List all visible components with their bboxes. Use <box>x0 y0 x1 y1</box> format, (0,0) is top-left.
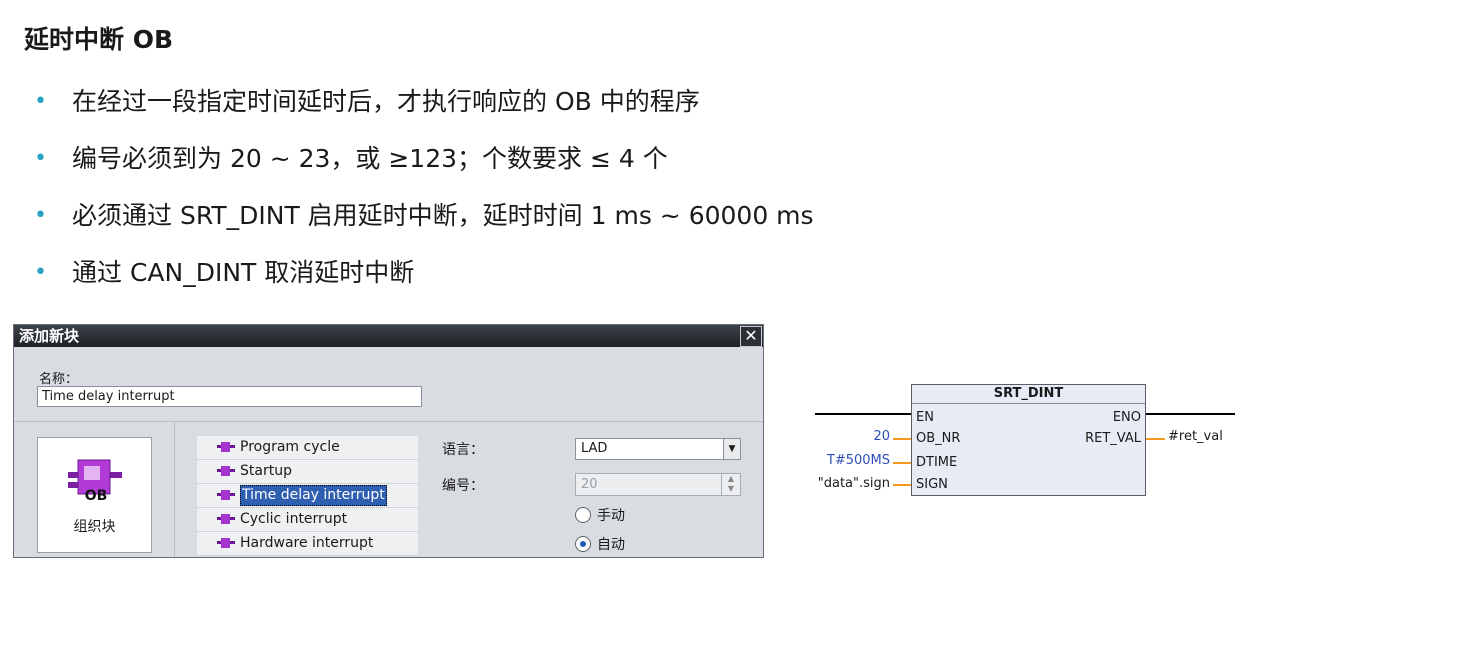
list-item[interactable]: Cyclic interrupt <box>197 508 418 532</box>
name-label: 名称： <box>39 372 79 387</box>
radio-manual-label: 手动 <box>597 508 625 524</box>
ob-type-icon <box>217 514 235 524</box>
number-stepper[interactable]: 20 ▲ ▼ <box>575 473 741 496</box>
list-item-label: Startup <box>240 463 292 479</box>
language-select[interactable]: LAD ▼ <box>575 438 741 460</box>
pin-en: EN <box>916 410 934 425</box>
power-rail-in <box>815 413 911 415</box>
param-sign: "data".sign <box>817 476 890 491</box>
param-ob-nr: 20 <box>873 429 890 444</box>
power-rail-out <box>1145 413 1235 415</box>
list-item-selected[interactable]: Time delay interrupt <box>197 484 418 508</box>
chevron-down-icon[interactable]: ▼ <box>723 439 740 459</box>
radio-checked-icon <box>575 536 591 552</box>
ob-type-icon <box>217 442 235 452</box>
block-name: SRT_DINT <box>912 385 1145 404</box>
radio-auto-label: 自动 <box>597 537 625 553</box>
language-label: 语言： <box>442 442 484 458</box>
page-title: 延时中断 OB <box>24 25 174 54</box>
param-dtime: T#500MS <box>826 453 890 468</box>
srt-dint-block: SRT_DINT EN OB_NR DTIME SIGN ENO RET_VAL <box>911 384 1146 496</box>
language-value: LAD <box>581 441 608 456</box>
svg-text:OB: OB <box>85 488 108 502</box>
ob-type-icon <box>217 538 235 548</box>
wire-sign <box>893 484 911 486</box>
bullet-text: 通过 CAN_DINT 取消延时中断 <box>72 258 415 287</box>
number-value: 20 <box>581 477 598 492</box>
pin-sign: SIGN <box>916 477 948 492</box>
ob-block-icon: OB <box>68 459 122 502</box>
bullet-item: • 必须通过 SRT_DINT 启用延时中断，延时时间 1 ms ~ 60000 … <box>34 198 814 255</box>
pin-dtime: DTIME <box>916 455 958 470</box>
param-ret-val: #ret_val <box>1168 429 1223 444</box>
list-item[interactable]: Hardware interrupt <box>197 532 418 556</box>
bullet-text: 编号必须到为 20 ~ 23，或 ≥123；个数要求 ≤ 4 个 <box>72 144 668 173</box>
add-new-block-dialog: 添加新块 ✕ 名称： Time delay interrupt OB 组织块 P… <box>13 324 764 558</box>
list-item-label: Time delay interrupt <box>240 485 387 506</box>
list-item[interactable]: Program cycle <box>197 436 418 460</box>
close-icon[interactable]: ✕ <box>740 326 762 347</box>
bullet-dot-icon: • <box>34 89 47 114</box>
bullet-item: • 在经过一段指定时间延时后，才执行响应的 OB 中的程序 <box>34 84 814 141</box>
list-item-label: Cyclic interrupt <box>240 511 348 527</box>
spinner-icon[interactable]: ▲ ▼ <box>721 474 740 495</box>
bullet-dot-icon: • <box>34 146 47 171</box>
ob-type-icon <box>217 490 235 500</box>
bullet-list: • 在经过一段指定时间延时后，才执行响应的 OB 中的程序 • 编号必须到为 20 … <box>34 84 814 312</box>
wire-dtime <box>893 462 911 464</box>
wire-ob-nr <box>893 438 911 440</box>
pin-ret-val: RET_VAL <box>1085 431 1141 446</box>
name-input[interactable]: Time delay interrupt <box>37 386 422 407</box>
organization-block-button[interactable]: OB 组织块 <box>37 437 152 553</box>
dialog-title: 添加新块 <box>19 327 80 345</box>
bullet-text: 在经过一段指定时间延时后，才执行响应的 OB 中的程序 <box>72 87 700 116</box>
dialog-title-bar: 添加新块 ✕ <box>14 325 763 347</box>
wire-ret-val <box>1145 438 1165 440</box>
organization-block-label: 组织块 <box>73 519 116 535</box>
ob-type-list: Program cycle Startup Time delay interru… <box>197 436 418 557</box>
pin-eno: ENO <box>1112 410 1141 425</box>
list-item-label: Hardware interrupt <box>240 535 374 551</box>
bullet-dot-icon: • <box>34 203 47 228</box>
bullet-item: • 编号必须到为 20 ~ 23，或 ≥123；个数要求 ≤ 4 个 <box>34 141 814 198</box>
bullet-text: 必须通过 SRT_DINT 启用延时中断，延时时间 1 ms ~ 60000 m… <box>72 201 814 230</box>
radio-circle-icon <box>575 507 591 523</box>
pin-ob-nr: OB_NR <box>916 431 961 446</box>
list-item[interactable]: Startup <box>197 460 418 484</box>
ob-type-icon <box>217 466 235 476</box>
bullet-dot-icon: • <box>34 260 47 285</box>
list-item-label: Program cycle <box>240 439 340 455</box>
bullet-item: • 通过 CAN_DINT 取消延时中断 <box>34 255 814 312</box>
number-label: 编号： <box>442 478 484 494</box>
